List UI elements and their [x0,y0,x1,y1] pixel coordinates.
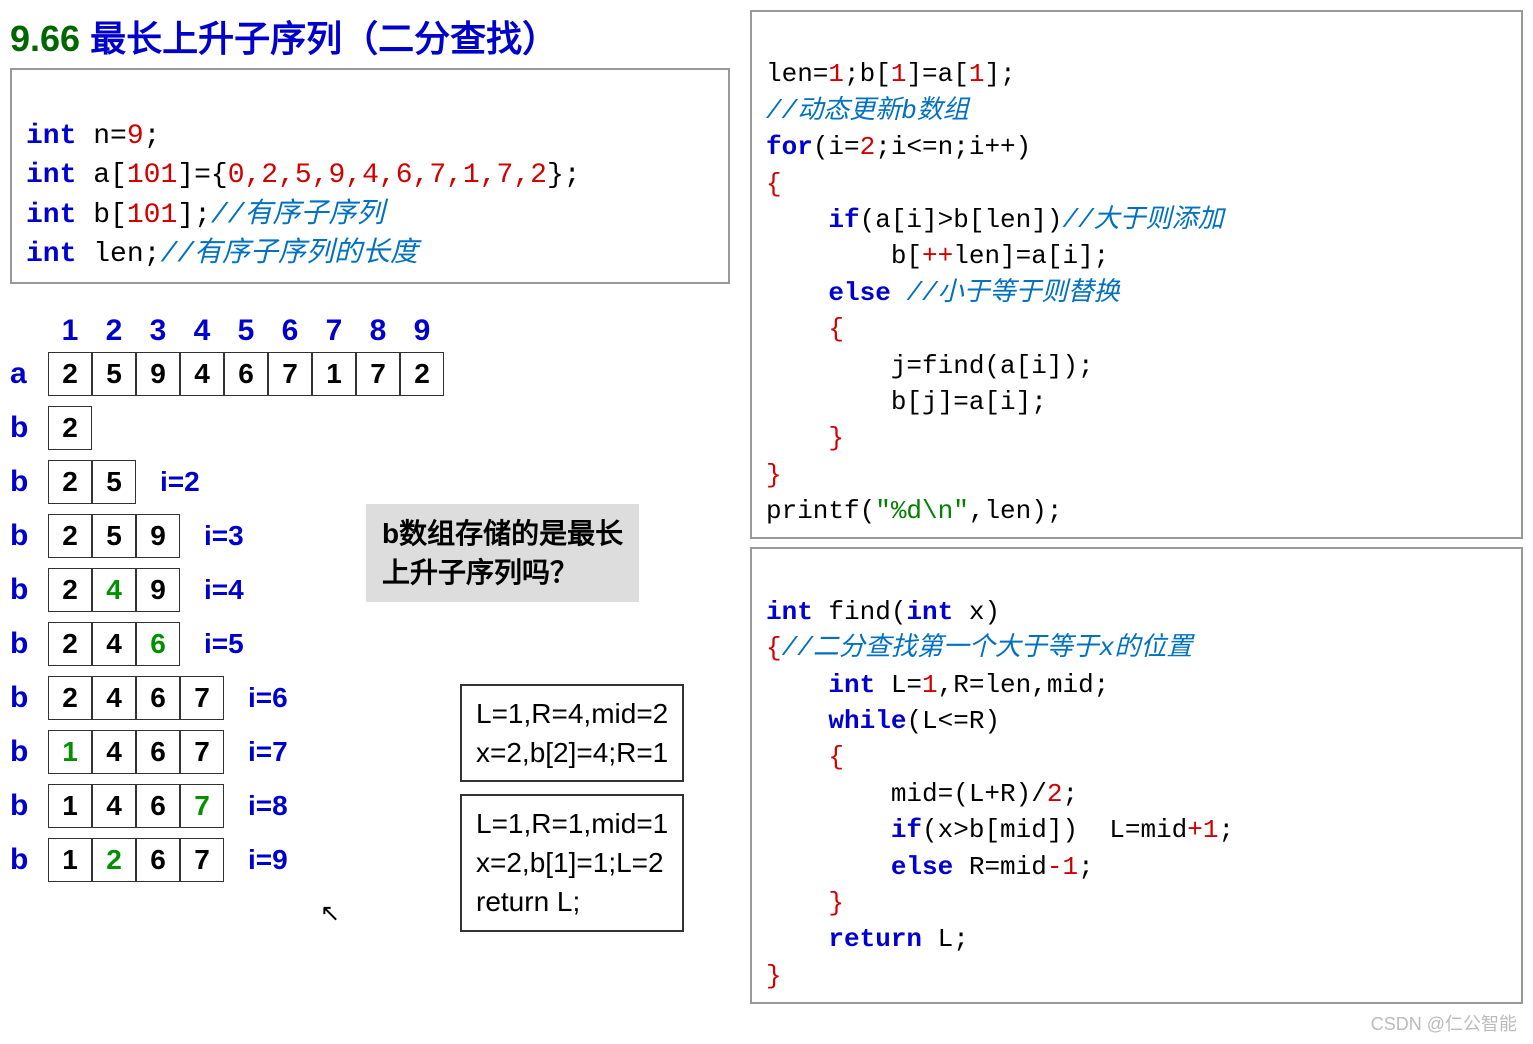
array-cell: 4 [180,352,224,396]
array-cell: 2 [48,676,92,720]
array-cell: 4 [92,784,136,828]
array-cell: 1 [48,784,92,828]
declaration-code: int n=9; int a[101]={0,2,5,9,4,6,7,1,7,2… [10,68,730,284]
array-cell: 2 [48,352,92,396]
array-cell: 6 [136,838,180,882]
step-label: i=3 [204,520,244,552]
index-row: 123456789 [48,314,730,348]
array-cell: 9 [136,514,180,558]
index-cell: 5 [224,314,268,348]
step-label: i=7 [248,736,288,768]
array-cell: 6 [136,784,180,828]
step-label: i=4 [204,574,244,606]
step-label: i=6 [248,682,288,714]
array-cell: 1 [312,352,356,396]
array-cell: 9 [136,352,180,396]
array-cell: 6 [136,676,180,720]
row-label: b [10,843,40,877]
array-cell: 2 [48,568,92,612]
array-cell: 6 [224,352,268,396]
index-cell: 9 [400,314,444,348]
trace-row: b2 [10,406,730,450]
step-label: i=8 [248,790,288,822]
row-label: a [10,357,40,391]
title-text: 最长上升子序列（二分查找） [80,18,558,59]
array-cell: 2 [400,352,444,396]
array-cell: 2 [48,460,92,504]
array-cell: 4 [92,568,136,612]
array-cell: 5 [92,460,136,504]
array-cell: 5 [92,514,136,558]
step-label: i=5 [204,628,244,660]
array-cell: 7 [268,352,312,396]
array-cell: 7 [356,352,400,396]
array-cell: 1 [48,838,92,882]
row-label: b [10,627,40,661]
find-function-code: int find(int x) {//二分查找第一个大于等于x的位置 int L… [750,547,1523,1004]
row-label: b [10,735,40,769]
array-cell: 4 [92,676,136,720]
trace-row: b246 i=5 [10,622,730,666]
index-cell: 2 [92,314,136,348]
title-num: 9.66 [10,18,80,59]
array-cell: 2 [48,514,92,558]
step-label: i=2 [160,466,200,498]
cursor-icon: ↖ [320,899,340,928]
main-loop-code: len=1;b[1]=a[1]; //动态更新b数组 for(i=2;i<=n;… [750,10,1523,539]
question-box: b数组存储的是最长 上升子序列吗？ [366,504,639,602]
row-label: b [10,465,40,499]
array-cell: 2 [48,406,92,450]
index-cell: 3 [136,314,180,348]
index-cell: 4 [180,314,224,348]
watermark: CSDN @仁公智能 [1371,1010,1517,1036]
trace-row: b25 i=2 [10,460,730,504]
array-cell: 4 [92,730,136,774]
array-cell: 7 [180,730,224,774]
index-cell: 7 [312,314,356,348]
array-cell: 7 [180,838,224,882]
array-cell: 2 [48,622,92,666]
row-label: b [10,789,40,823]
array-cell: 1 [48,730,92,774]
trace-area: 123456789 a259467172b2b25i=2b259i=3b249i… [10,314,730,882]
array-cell: 6 [136,730,180,774]
row-label: b [10,411,40,445]
trace-row: a259467172 [10,352,730,396]
array-cell: 7 [180,784,224,828]
index-cell: 1 [48,314,92,348]
row-label: b [10,573,40,607]
array-cell: 7 [180,676,224,720]
index-cell: 8 [356,314,400,348]
step-label: i=9 [248,844,288,876]
array-cell: 4 [92,622,136,666]
binary-trace-2: L=1,R=1,mid=1 x=2,b[1]=1;L=2 return L; [460,794,684,932]
array-cell: 2 [92,838,136,882]
index-cell: 6 [268,314,312,348]
row-label: b [10,681,40,715]
array-cell: 9 [136,568,180,612]
page-title: 9.66 最长上升子序列（二分查找） [10,10,730,62]
binary-trace-1: L=1,R=4,mid=2 x=2,b[2]=4;R=1 [460,684,684,782]
array-cell: 5 [92,352,136,396]
row-label: b [10,519,40,553]
array-cell: 6 [136,622,180,666]
